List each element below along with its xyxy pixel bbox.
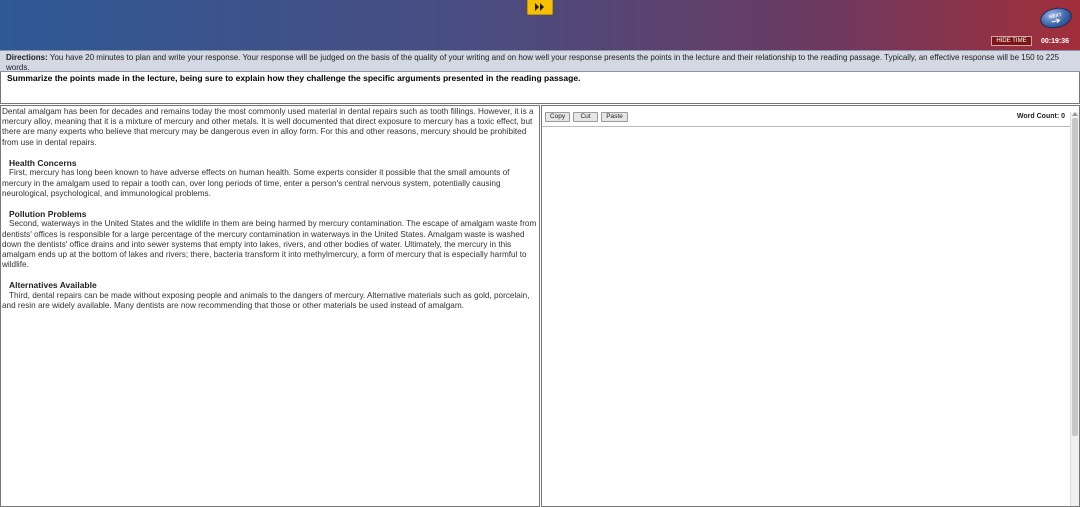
next-button[interactable]: NEXT bbox=[1038, 4, 1074, 32]
response-textarea[interactable] bbox=[542, 127, 1070, 506]
section-heading-health: Health Concerns bbox=[9, 157, 77, 168]
section-heading-alternatives: Alternatives Available bbox=[9, 280, 97, 291]
directions-label: Directions: bbox=[6, 53, 48, 62]
fast-forward-icon bbox=[535, 3, 544, 11]
directions-text: You have 20 minutes to plan and write yo… bbox=[6, 53, 1060, 72]
reading-passage: Dental amalgam has been for decades and … bbox=[0, 105, 540, 507]
editor-scrollbar[interactable] bbox=[1070, 112, 1079, 506]
section-body-alternatives: Third, dental repairs can be made withou… bbox=[2, 290, 530, 311]
hide-time-button[interactable]: HIDE TIME bbox=[991, 36, 1032, 46]
scrollbar-thumb[interactable] bbox=[1072, 118, 1078, 436]
word-count: Word Count: 0 bbox=[1016, 113, 1065, 120]
section-heading-pollution: Pollution Problems bbox=[9, 208, 87, 219]
section-body-pollution: Second, waterways in the United States a… bbox=[2, 219, 537, 270]
section-body-health: First, mercury has long been known to ha… bbox=[2, 168, 510, 198]
editor-toolbar: Copy Cut Paste Word Count: 0 bbox=[542, 106, 1079, 127]
cut-button[interactable]: Cut bbox=[573, 112, 598, 122]
scroll-up-icon[interactable] bbox=[1072, 112, 1078, 116]
arrow-right-icon bbox=[1051, 18, 1061, 23]
response-panel: Copy Cut Paste Word Count: 0 bbox=[541, 105, 1080, 507]
fast-forward-button[interactable] bbox=[527, 0, 553, 15]
top-bar: NEXT HIDE TIME 00:19:36 bbox=[0, 0, 1080, 50]
copy-button[interactable]: Copy bbox=[545, 112, 570, 122]
task-prompt: Summarize the points made in the lecture… bbox=[0, 72, 1080, 104]
reading-intro: Dental amalgam has been for decades and … bbox=[2, 107, 534, 147]
paste-button[interactable]: Paste bbox=[601, 112, 628, 122]
countdown-timer: 00:19:36 bbox=[1041, 38, 1070, 45]
directions-bar: Directions: You have 20 minutes to plan … bbox=[0, 50, 1080, 72]
